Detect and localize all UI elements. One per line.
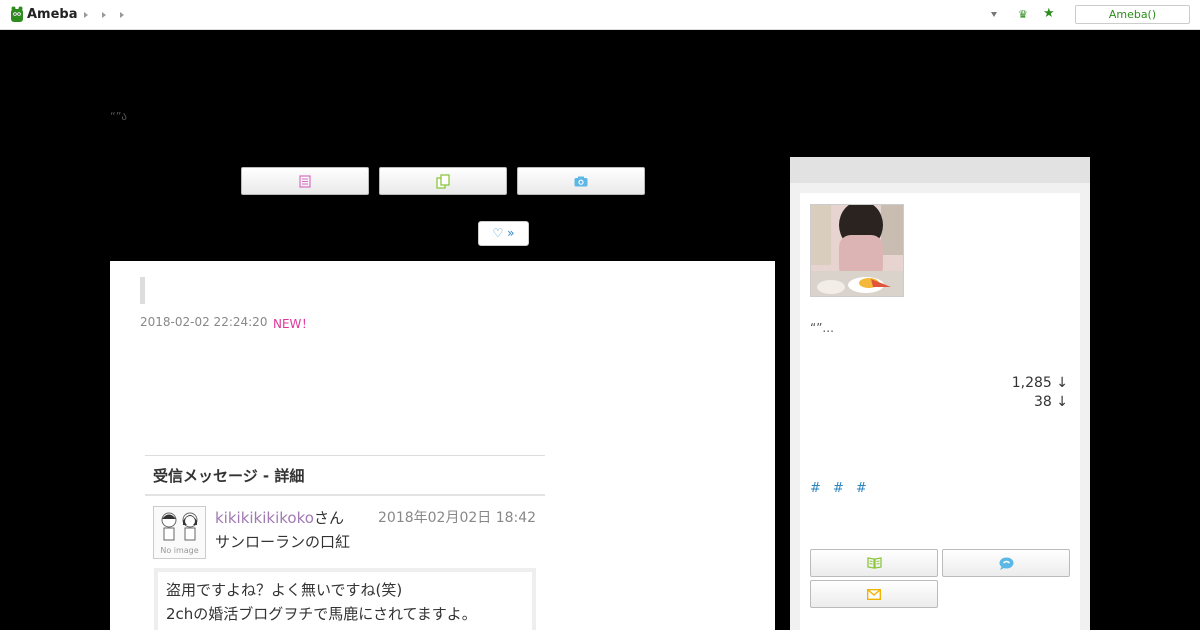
star-icon[interactable]: ★ bbox=[1043, 6, 1055, 21]
book-icon bbox=[866, 557, 882, 569]
message-subject: サンローランの口紅 bbox=[215, 533, 351, 551]
copy-icon bbox=[436, 173, 450, 189]
profile-description: “”... bbox=[810, 321, 834, 335]
message-date: 2018年02月02日 18:42 bbox=[378, 510, 537, 526]
follow-button[interactable]: ♡ » bbox=[478, 221, 529, 246]
message-body: 盗用ですよね？よく無いですね(笑) 2chの婚活ブログヲチで馬鹿にされてますよ。 bbox=[154, 568, 536, 630]
blog-description: “”ა bbox=[110, 110, 127, 123]
nav-themes-button[interactable] bbox=[379, 167, 507, 195]
message-body-line: 2chの婚活ブログヲチで馬鹿にされてますよ。 bbox=[166, 605, 477, 623]
document-icon bbox=[299, 174, 311, 188]
message-body-line: 盗用ですよね？よく無いですね(笑) bbox=[166, 581, 403, 599]
logo-text: Ameba bbox=[27, 7, 78, 22]
message-header: 受信メッセージ - 詳細 bbox=[145, 456, 545, 496]
sender-name: kikikikikikoko bbox=[215, 509, 314, 527]
message-button[interactable] bbox=[810, 580, 938, 608]
new-badge: NEW！ bbox=[273, 317, 314, 331]
profile-image[interactable] bbox=[810, 204, 904, 297]
camera-icon bbox=[574, 176, 588, 186]
breadcrumb-arrow-icon[interactable] bbox=[120, 12, 124, 18]
hashtag-link[interactable]: # bbox=[833, 481, 844, 496]
crown-icon[interactable]: ♛ bbox=[1018, 8, 1028, 21]
ameba-logo-icon bbox=[11, 6, 23, 22]
profile-panel: “”... 1,285 ↓ 38 ↓ # # # bbox=[800, 193, 1080, 630]
article: 2018-02-02 22:24:20 NEW！ 受信メッセージ - 詳細 No… bbox=[110, 261, 775, 630]
chat-icon bbox=[999, 557, 1013, 570]
nav-photos-button[interactable] bbox=[517, 167, 645, 195]
breadcrumb-arrow-icon[interactable] bbox=[84, 12, 88, 18]
sender-suffix: さん bbox=[313, 509, 344, 527]
top-header: Ameba ♛ ★ Ameba() bbox=[0, 0, 1200, 30]
follower-count[interactable]: 38 ↓ bbox=[1034, 394, 1068, 410]
article-date: 2018-02-02 22:24:20 bbox=[140, 315, 268, 329]
hashtag-link[interactable]: # bbox=[810, 481, 821, 496]
sidebar-header bbox=[790, 157, 1090, 183]
hashtag-list: # # # bbox=[810, 481, 867, 496]
breadcrumb bbox=[84, 10, 124, 18]
message-sender: kikikikikikokoさん bbox=[215, 507, 344, 528]
chat-button[interactable] bbox=[942, 549, 1070, 577]
mail-icon bbox=[867, 588, 881, 600]
avatar-label: No image bbox=[160, 546, 199, 555]
reader-count[interactable]: 1,285 ↓ bbox=[1012, 375, 1068, 391]
article-title-bar bbox=[140, 277, 145, 304]
profile-photo bbox=[811, 205, 903, 296]
message-header-title: 受信メッセージ - 詳細 bbox=[153, 467, 305, 485]
login-button[interactable]: Ameba() bbox=[1075, 5, 1190, 24]
avatar: No image bbox=[153, 506, 206, 559]
reader-register-button[interactable] bbox=[810, 549, 938, 577]
article-image[interactable]: 受信メッセージ - 詳細 No image kikikikikikokoさん 2… bbox=[145, 455, 545, 630]
hashtag-link[interactable]: # bbox=[856, 481, 867, 496]
ameba-logo[interactable]: Ameba bbox=[10, 6, 78, 23]
breadcrumb-arrow-icon[interactable] bbox=[102, 12, 106, 18]
sidebar: “”... 1,285 ↓ 38 ↓ # # # bbox=[790, 157, 1090, 630]
nav-entries-button[interactable] bbox=[241, 167, 369, 195]
avatar-figures-icon bbox=[161, 512, 198, 541]
dropdown-caret-icon[interactable] bbox=[991, 12, 997, 17]
